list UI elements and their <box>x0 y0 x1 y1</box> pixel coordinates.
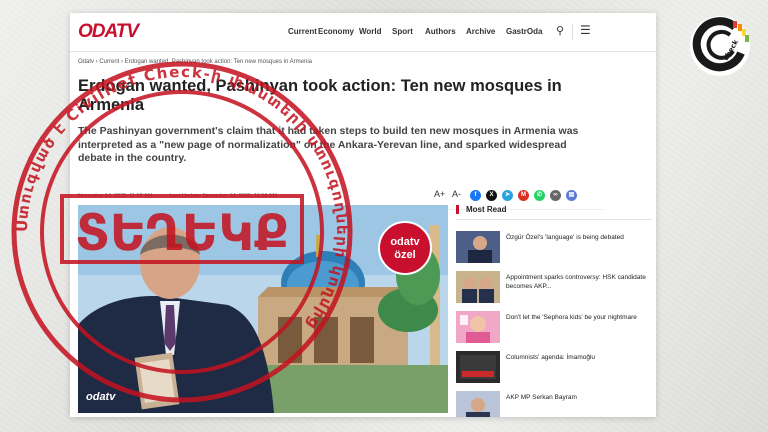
site-logo[interactable]: ODATV <box>78 21 139 43</box>
updated-date: Last Update: November 14, 2025, 11:58 AM <box>170 193 277 199</box>
hero-watermark-logo: odatv <box>86 391 116 403</box>
news-thumbnail <box>456 351 500 383</box>
link-icon[interactable]: ∞ <box>550 190 561 201</box>
gmail-icon[interactable]: M <box>518 190 529 201</box>
article-headline: Erdogan wanted, Pashinyan took action: T… <box>78 77 562 114</box>
most-read-item-title[interactable]: Appointment sparks controversy: HSK cand… <box>506 273 648 291</box>
nav-authors[interactable]: Authors <box>425 27 456 36</box>
most-read-title: Most Read <box>456 205 506 214</box>
most-read-item-title[interactable]: Columnists' agenda: İmamoğlu <box>506 353 648 362</box>
most-read-divider <box>456 219 652 220</box>
x-icon[interactable]: X <box>486 190 497 201</box>
most-read-item-title[interactable]: Don't let the 'Sephora kids' be your nig… <box>506 313 648 322</box>
published-date: November 14, 2025, 11:58 AM <box>78 193 153 199</box>
article-lede: The Pashinyan government's claim that it… <box>78 125 579 164</box>
most-read-item[interactable]: Don't let the 'Sephora kids' be your nig… <box>456 311 652 345</box>
nav-economy[interactable]: Economy <box>318 27 354 36</box>
news-thumbnail <box>456 231 500 263</box>
nav-gastroda[interactable]: GastrOda <box>506 27 542 36</box>
most-read-item[interactable]: Appointment sparks controversy: HSK cand… <box>456 271 652 305</box>
facebook-icon[interactable]: f <box>470 190 481 201</box>
whatsapp-icon[interactable]: ✆ <box>534 190 545 201</box>
nav-current[interactable]: Current <box>288 27 317 36</box>
most-read-item-title[interactable]: Özgür Özel's 'language' is being debated <box>506 233 648 242</box>
font-increase-button[interactable]: A+ <box>434 189 445 199</box>
most-read-item[interactable]: Columnists' agenda: İmamoğlu <box>456 351 652 385</box>
telegram-icon[interactable]: ➤ <box>502 190 513 201</box>
news-thumbnail <box>456 311 500 343</box>
hamburger-menu-icon[interactable]: ☰ <box>580 23 591 37</box>
hero-image: odatv özel odatv <box>78 205 448 413</box>
nav-world[interactable]: World <box>359 27 382 36</box>
search-icon[interactable]: ⚲ <box>556 24 564 37</box>
nav-separator <box>572 24 573 40</box>
most-read-item[interactable]: AKP MP Serkan Bayram <box>456 391 652 417</box>
most-read-item-title[interactable]: AKP MP Serkan Bayram <box>506 393 648 402</box>
nav-sport[interactable]: Sport <box>392 27 413 36</box>
check-brand-logo[interactable]: check <box>689 15 751 77</box>
news-thumbnail <box>456 391 500 417</box>
font-decrease-button[interactable]: A- <box>452 189 461 199</box>
odatv-ozel-badge: odatv özel <box>378 221 432 275</box>
article-screenshot: ODATV Current Economy World Sport Author… <box>70 13 656 417</box>
most-read-item[interactable]: Özgür Özel's 'language' is being debated <box>456 231 652 265</box>
nav-archive[interactable]: Archive <box>466 27 495 36</box>
site-navbar: ODATV Current Economy World Sport Author… <box>70 13 656 52</box>
news-thumbnail <box>456 271 500 303</box>
print-icon[interactable]: ▤ <box>566 190 577 201</box>
breadcrumb[interactable]: Odatv › Current › Erdogan wanted, Pashin… <box>78 59 312 65</box>
